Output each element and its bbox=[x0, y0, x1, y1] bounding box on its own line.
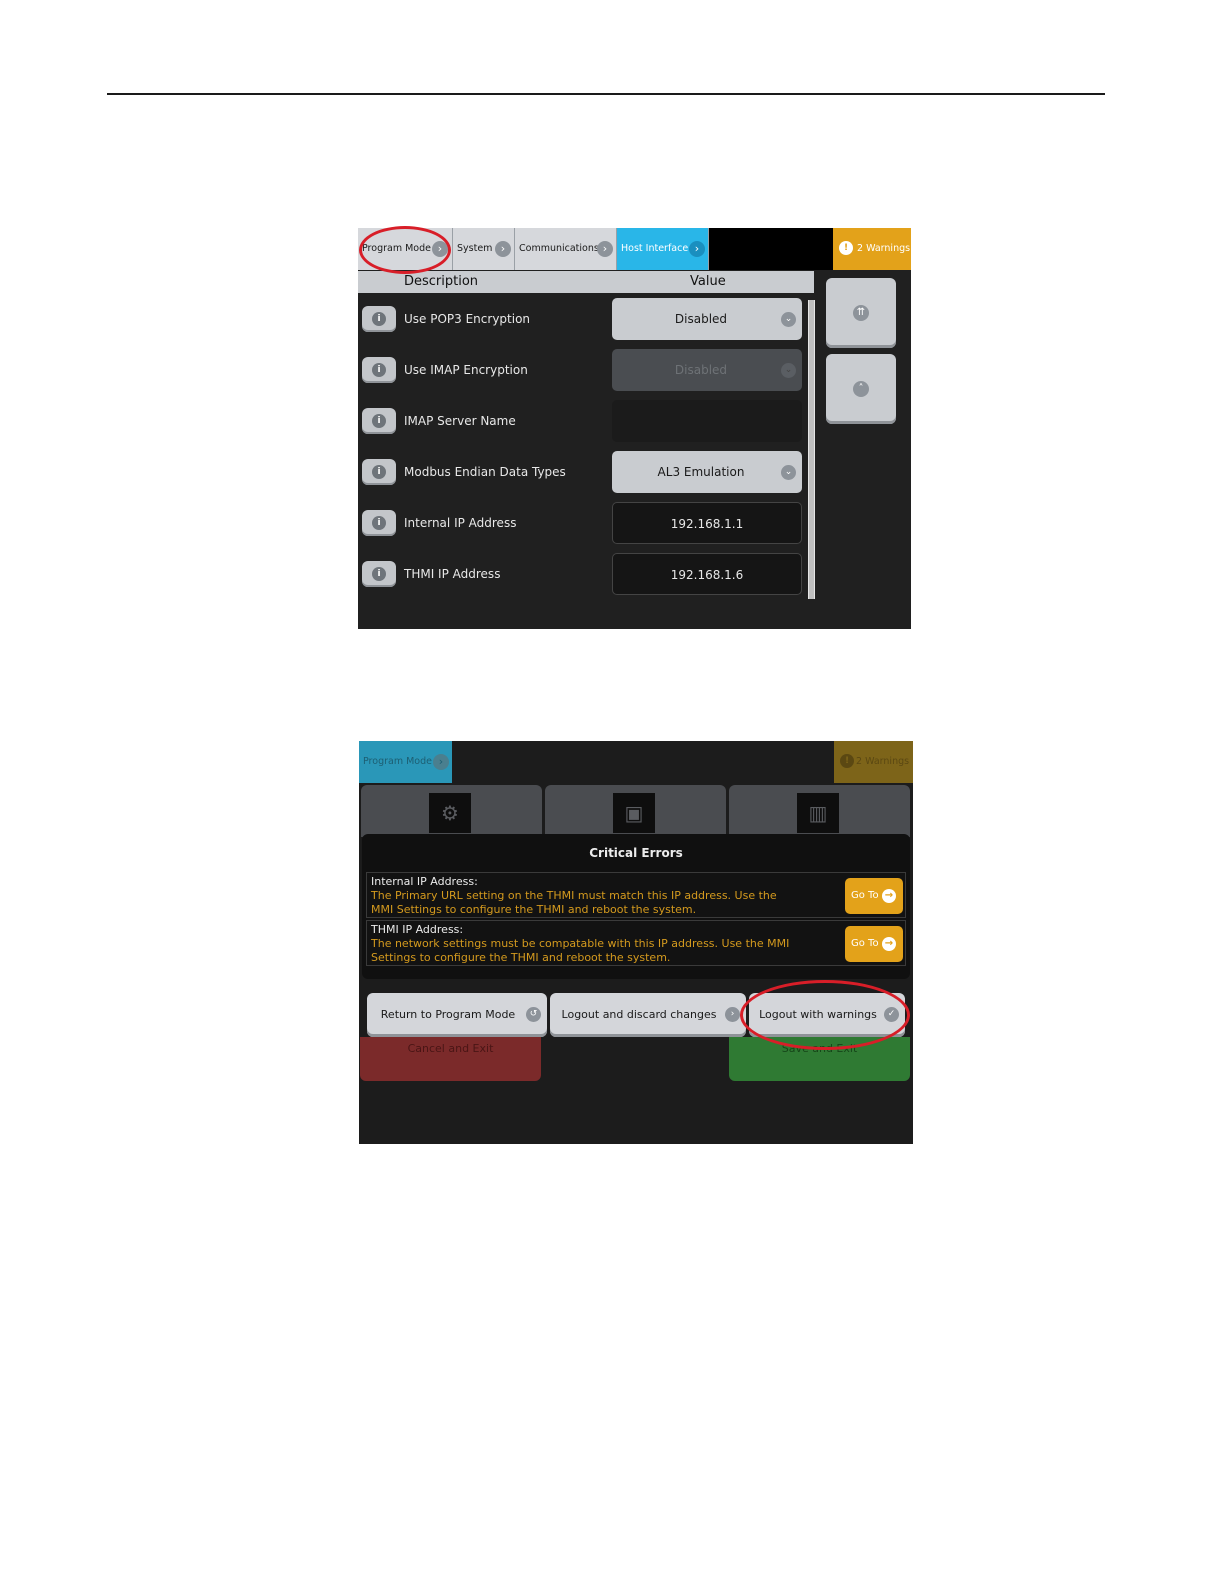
warnings-label: 2 Warnings bbox=[856, 756, 910, 767]
table-row: i IMAP Server Name bbox=[358, 398, 808, 446]
host-interface-screen: Program Mode › System › Communications ›… bbox=[358, 228, 911, 629]
double-chevron-up-icon: ⇈ bbox=[853, 305, 869, 321]
back-icon: ↺ bbox=[526, 1007, 541, 1022]
field-value: 192.168.1.1 bbox=[670, 517, 744, 531]
row-label: Modbus Endian Data Types bbox=[404, 465, 566, 479]
settings-tile: ⚙ bbox=[361, 785, 542, 837]
chevron-right-icon: › bbox=[495, 241, 511, 257]
thmi-ip-field[interactable]: 192.168.1.6 bbox=[612, 553, 802, 595]
error-heading: THMI IP Address: bbox=[371, 923, 464, 936]
warning-icon: ! bbox=[840, 754, 854, 768]
info-icon: i bbox=[372, 414, 386, 428]
breadcrumb-system[interactable]: System › bbox=[453, 228, 515, 270]
network-icon: ▣ bbox=[613, 793, 655, 833]
goto-button[interactable]: Go To → bbox=[845, 878, 903, 914]
table-row: i Use POP3 Encryption Disabled ⌄ bbox=[358, 296, 808, 344]
warnings-label: 2 Warnings bbox=[857, 243, 911, 254]
cancel-exit-button: Cancel and Exit bbox=[360, 1037, 541, 1081]
goto-label: Go To bbox=[851, 890, 879, 901]
error-message: The network settings must be compatable … bbox=[371, 937, 790, 964]
page-header-rule bbox=[107, 93, 1105, 95]
chevron-down-icon: ⌄ bbox=[781, 363, 796, 378]
row-label: Internal IP Address bbox=[404, 516, 517, 530]
scroll-up-button[interactable]: ˄ bbox=[826, 354, 896, 424]
error-item: Internal IP Address: The Primary URL set… bbox=[366, 872, 906, 918]
chevron-right-icon: › bbox=[725, 1007, 740, 1022]
table-row: i THMI IP Address 192.168.1.6 bbox=[358, 551, 808, 599]
error-message: The Primary URL setting on the THMI must… bbox=[371, 889, 777, 916]
chevron-right-icon: › bbox=[689, 241, 705, 257]
breadcrumb-label: Program Mode bbox=[363, 756, 432, 767]
chevron-up-icon: ˄ bbox=[853, 381, 869, 397]
column-description: Description bbox=[404, 274, 479, 289]
button-label: Logout and discard changes bbox=[561, 1008, 717, 1021]
network-tile: ▣ bbox=[545, 785, 726, 837]
error-item: THMI IP Address: The network settings mu… bbox=[366, 920, 906, 966]
select-value: Disabled bbox=[674, 363, 728, 377]
info-icon: i bbox=[372, 516, 386, 530]
chevron-down-icon: ⌄ bbox=[781, 312, 796, 327]
breadcrumb-label: System bbox=[457, 243, 493, 254]
info-button[interactable]: i bbox=[362, 306, 396, 332]
dialog-title: Critical Errors bbox=[589, 846, 683, 860]
highlight-circle bbox=[359, 226, 451, 274]
pop3-encryption-select[interactable]: Disabled ⌄ bbox=[612, 298, 802, 340]
table-row: i Use IMAP Encryption Disabled ⌄ bbox=[358, 347, 808, 395]
imap-server-name-field[interactable] bbox=[612, 400, 802, 442]
chevron-right-icon: › bbox=[597, 241, 613, 257]
info-icon: i bbox=[372, 465, 386, 479]
warning-icon: ! bbox=[839, 241, 853, 255]
breadcrumb-program-mode: Program Mode › bbox=[359, 741, 452, 783]
table-header: Description Value bbox=[358, 271, 814, 293]
settings-gears-icon: ⚙ bbox=[429, 793, 471, 833]
breadcrumb-communications[interactable]: Communications › bbox=[515, 228, 617, 270]
row-label: THMI IP Address bbox=[404, 567, 501, 581]
info-button[interactable]: i bbox=[362, 561, 396, 587]
breadcrumb-label: Host Interface bbox=[621, 243, 689, 254]
info-icon: i bbox=[372, 363, 386, 377]
goto-button[interactable]: Go To → bbox=[845, 926, 903, 962]
warnings-button[interactable]: ! 2 Warnings bbox=[833, 228, 911, 270]
modbus-endian-select[interactable]: AL3 Emulation ⌄ bbox=[612, 451, 802, 493]
critical-errors-dialog: Critical Errors Internal IP Address: The… bbox=[362, 834, 910, 979]
info-icon: i bbox=[372, 312, 386, 326]
row-label: Use POP3 Encryption bbox=[404, 312, 531, 326]
error-heading: Internal IP Address: bbox=[371, 875, 478, 888]
imap-encryption-select: Disabled ⌄ bbox=[612, 349, 802, 391]
row-label: IMAP Server Name bbox=[404, 414, 516, 428]
warnings-button: ! 2 Warnings bbox=[834, 741, 913, 783]
button-label: Return to Program Mode bbox=[380, 1008, 516, 1021]
field-value: 192.168.1.6 bbox=[670, 568, 744, 582]
vehicle-icon: ▥ bbox=[797, 793, 839, 833]
row-label: Use IMAP Encryption bbox=[404, 363, 528, 377]
info-button[interactable]: i bbox=[362, 357, 396, 383]
vehicle-tile: ▥ bbox=[729, 785, 910, 837]
critical-errors-screen: Program Mode › ! 2 Warnings ⚙ ▣ ▥ Cancel… bbox=[359, 741, 913, 1144]
info-button[interactable]: i bbox=[362, 408, 396, 434]
internal-ip-field[interactable]: 192.168.1.1 bbox=[612, 502, 802, 544]
table-row: i Internal IP Address 192.168.1.1 bbox=[358, 500, 808, 548]
return-to-program-mode-button[interactable]: Return to Program Mode ↺ bbox=[367, 993, 547, 1037]
chevron-right-icon: › bbox=[433, 754, 449, 770]
info-button[interactable]: i bbox=[362, 459, 396, 485]
breadcrumb-label: Communications bbox=[519, 243, 599, 254]
page-top-button[interactable]: ⇈ bbox=[826, 278, 896, 348]
arrow-right-icon: → bbox=[882, 937, 896, 951]
goto-label: Go To bbox=[851, 938, 879, 949]
cancel-exit-label: Cancel and Exit bbox=[407, 1042, 494, 1055]
breadcrumb-host-interface[interactable]: Host Interface › bbox=[617, 228, 709, 270]
select-value: Disabled bbox=[674, 312, 728, 326]
info-icon: i bbox=[372, 567, 386, 581]
column-value: Value bbox=[690, 274, 726, 289]
arrow-right-icon: → bbox=[882, 889, 896, 903]
scrollbar-thumb[interactable] bbox=[809, 300, 814, 599]
highlight-circle bbox=[740, 980, 910, 1050]
select-value: AL3 Emulation bbox=[657, 465, 745, 479]
table-row: i Modbus Endian Data Types AL3 Emulation… bbox=[358, 449, 808, 497]
chevron-down-icon: ⌄ bbox=[781, 465, 796, 480]
info-button[interactable]: i bbox=[362, 510, 396, 536]
logout-discard-button[interactable]: Logout and discard changes › bbox=[550, 993, 746, 1037]
